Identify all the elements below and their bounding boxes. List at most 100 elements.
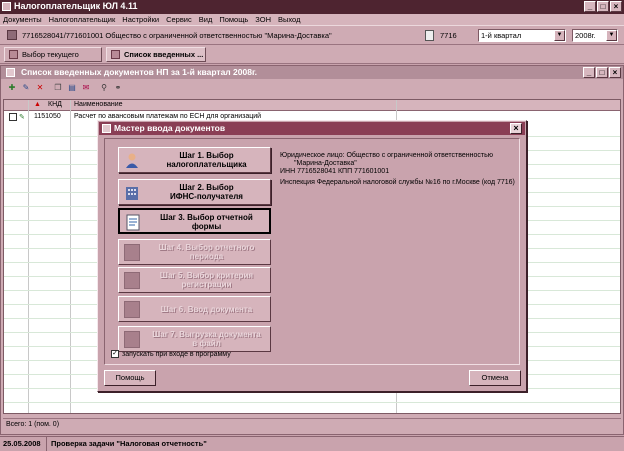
- step-1-button[interactable]: Шаг 1. Выбор налогоплательщика: [118, 147, 271, 173]
- table-header: ▲ КНД Наименование: [4, 100, 620, 111]
- step-label: регистрации: [181, 280, 232, 289]
- edit-document-icon[interactable]: ✎: [21, 83, 31, 93]
- window-icon: [6, 68, 15, 77]
- step-4-button: Шаг 4. Выбор отчетного периода: [118, 239, 271, 265]
- year-select[interactable]: 2008г. ▼: [572, 29, 618, 42]
- close-button[interactable]: ×: [610, 1, 622, 12]
- step-label: Шаг 2. Выбор: [179, 183, 234, 192]
- step-label: Шаг 1. Выбор: [179, 151, 234, 160]
- search-icon[interactable]: ⚭: [113, 83, 123, 93]
- organization-icon: [7, 30, 17, 40]
- close-button[interactable]: ×: [609, 67, 621, 78]
- minimize-button[interactable]: _: [583, 67, 595, 78]
- year-value: 2008г.: [575, 31, 596, 40]
- period-value: 1-й квартал: [481, 31, 522, 40]
- document-list-title: Список введенных документов НП за 1-й кв…: [21, 67, 258, 77]
- menu-help[interactable]: Помощь: [219, 14, 248, 25]
- row-name: Расчет по авансовым платежам по ЕСН для …: [74, 113, 262, 120]
- step-label: Шаг 4. Выбор отчетного: [158, 243, 255, 252]
- period-icon: [124, 244, 140, 261]
- help-button[interactable]: Помощь: [104, 370, 156, 386]
- taxpayer-info: Юридическое лицо: Общество с ограниченно…: [280, 152, 493, 176]
- step-7-button: Шаг 7. Выгрузка документа в файл: [118, 326, 271, 352]
- dialog-body: Шаг 1. Выбор налогоплательщика Шаг 2. Выб…: [104, 138, 520, 365]
- wizard-icon: [102, 124, 111, 133]
- tab-document-list[interactable]: Список введенных ...: [106, 47, 206, 62]
- document-list-tab-icon: [111, 50, 120, 59]
- step-label: Шаг 6. Ввод документа: [160, 305, 253, 314]
- taxpayer-org-line1: Юридическое лицо: Общество с ограниченно…: [280, 152, 494, 159]
- maximize-button[interactable]: □: [596, 67, 608, 78]
- app-titlebar: Налогоплательщик ЮЛ 4.11 _ □ ×: [0, 0, 624, 14]
- step-label: Шаг 3. Выбор отчетной: [160, 213, 253, 222]
- cancel-button[interactable]: Отмена: [469, 370, 521, 386]
- menu-service[interactable]: Сервис: [166, 14, 192, 25]
- status-task: Проверка задачи "Налоговая отчетность": [51, 439, 207, 448]
- document-toolbar: ✚ ✎ ✕ ❐ ▤ ✉ ⚲ ⚭: [1, 80, 623, 97]
- step-label: ИФНС-получателя: [170, 192, 243, 201]
- autostart-checkbox[interactable]: ✓: [111, 350, 119, 358]
- app-title: Налогоплательщик ЮЛ 4.11: [14, 1, 138, 11]
- taxpayer-infobar: 7716528041/771601001 Общество с ограниче…: [0, 25, 624, 45]
- period-select[interactable]: 1-й квартал ▼: [478, 29, 566, 42]
- autostart-option[interactable]: ✓ запускать при входе в программу: [111, 350, 231, 358]
- maximize-button[interactable]: □: [597, 1, 609, 12]
- menu-settings[interactable]: Настройки: [122, 14, 159, 25]
- status-divider: [46, 437, 47, 451]
- step-3-button[interactable]: Шаг 3. Выбор отчетной формы: [118, 208, 271, 234]
- add-document-icon[interactable]: ✚: [7, 83, 17, 93]
- autostart-label: запускать при входе в программу: [122, 350, 231, 358]
- sort-asc-icon[interactable]: ▲: [34, 101, 41, 108]
- criteria-icon: [124, 272, 140, 289]
- export-icon[interactable]: ✉: [81, 83, 91, 93]
- copy-document-icon[interactable]: ❐: [53, 83, 63, 93]
- document-icon: ✎: [19, 114, 25, 121]
- app-icon: [2, 2, 11, 11]
- building-icon: [124, 184, 140, 201]
- step-label: в файл: [192, 339, 221, 348]
- step-2-button[interactable]: Шаг 2. Выбор ИФНС-получателя: [118, 179, 271, 205]
- current-taxpayer: 7716528041/771601001 Общество с ограниче…: [22, 31, 332, 40]
- step-label: Шаг 7. Выгрузка документа: [152, 330, 261, 339]
- menu-documents[interactable]: Документы: [3, 14, 42, 25]
- document-list-titlebar: Список введенных документов НП за 1-й кв…: [1, 66, 623, 79]
- chevron-down-icon[interactable]: ▼: [606, 30, 617, 41]
- menu-exit[interactable]: Выход: [278, 14, 300, 25]
- taxpayer-tab-icon: [9, 50, 18, 59]
- column-knd[interactable]: КНД: [48, 101, 62, 108]
- step-6-button: Шаг 6. Ввод документа: [118, 296, 271, 322]
- filter-icon[interactable]: ⚲: [99, 83, 109, 93]
- statusbar: 25.05.2008 Проверка задачи "Налоговая от…: [0, 436, 624, 451]
- form-icon: [125, 214, 141, 231]
- dialog-titlebar: Мастер ввода документов ×: [99, 122, 525, 135]
- row-knd: 1151050: [34, 113, 61, 120]
- step-label: формы: [191, 222, 222, 231]
- dialog-title: Мастер ввода документов: [114, 123, 226, 133]
- taxpayer-icon: [124, 152, 140, 169]
- minimize-button[interactable]: _: [584, 1, 596, 12]
- menu-zon[interactable]: ЗОН: [255, 14, 271, 25]
- export-icon: [124, 331, 140, 348]
- status-date: 25.05.2008: [3, 439, 41, 448]
- menubar: Документы Налогоплательщик Настройки Сер…: [0, 14, 624, 25]
- column-name[interactable]: Наименование: [74, 101, 123, 108]
- document-count: Всего: 1 (пом. 0): [3, 418, 621, 430]
- menu-taxpayer[interactable]: Налогоплательщик: [49, 14, 116, 25]
- ifns-code: 7716: [440, 31, 457, 40]
- step-label: периода: [189, 252, 224, 261]
- taxpayer-inn-kpp: ИНН 7716528041 КПП 771601001: [280, 168, 390, 175]
- calculator-icon[interactable]: [425, 30, 434, 41]
- print-icon[interactable]: ▤: [67, 83, 77, 93]
- step-5-button: Шаг 5. Выбор критерия регистрации: [118, 267, 271, 293]
- document-wizard-dialog: Мастер ввода документов × Шаг 1. Выбор на…: [97, 120, 527, 392]
- window-tabs: Выбор текущего плател... Список введенны…: [0, 45, 624, 72]
- menu-view[interactable]: Вид: [199, 14, 213, 25]
- tab-label: Список введенных ...: [124, 50, 204, 59]
- tab-select-taxpayer[interactable]: Выбор текущего плател...: [4, 47, 102, 72]
- row-checkbox[interactable]: [9, 113, 17, 121]
- taxpayer-org-line2: "Марина-Доставка": [294, 160, 357, 167]
- step-label: налогоплательщика: [166, 160, 247, 169]
- dialog-close-button[interactable]: ×: [510, 123, 522, 134]
- chevron-down-icon[interactable]: ▼: [554, 30, 565, 41]
- delete-document-icon[interactable]: ✕: [35, 83, 45, 93]
